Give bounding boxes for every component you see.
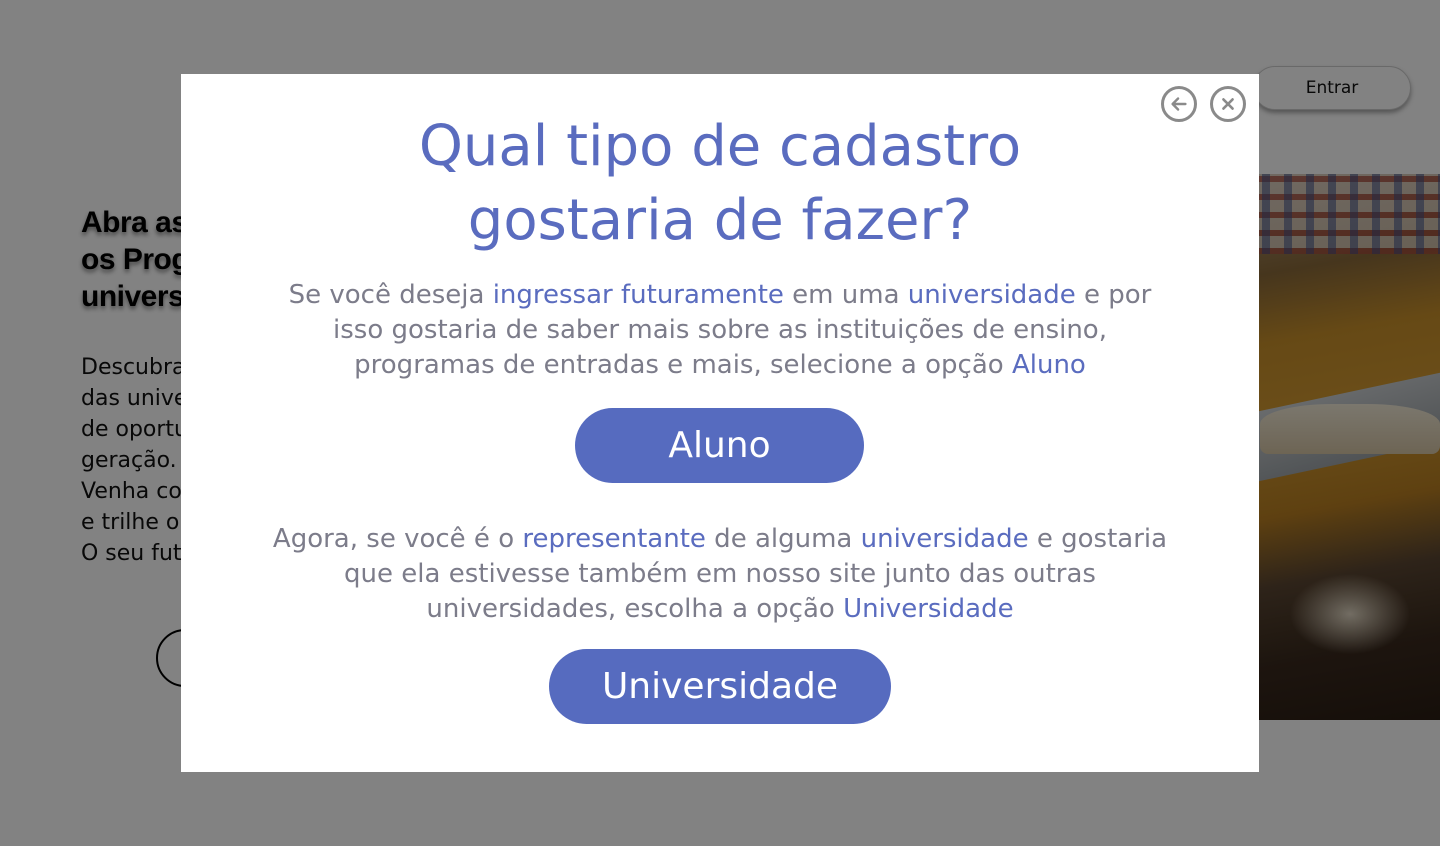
student-description: Se você deseja ingressar futuramente em … bbox=[288, 280, 1152, 380]
university-button[interactable]: Universidade bbox=[549, 649, 891, 724]
signup-type-modal: Qual tipo de cadastro gostaria de fazer?… bbox=[181, 74, 1259, 772]
university-description: Agora, se você é o representante de algu… bbox=[272, 524, 1168, 624]
student-button[interactable]: Aluno bbox=[575, 408, 864, 483]
modal-title: Qual tipo de cadastro gostaria de fazer? bbox=[418, 114, 1022, 253]
